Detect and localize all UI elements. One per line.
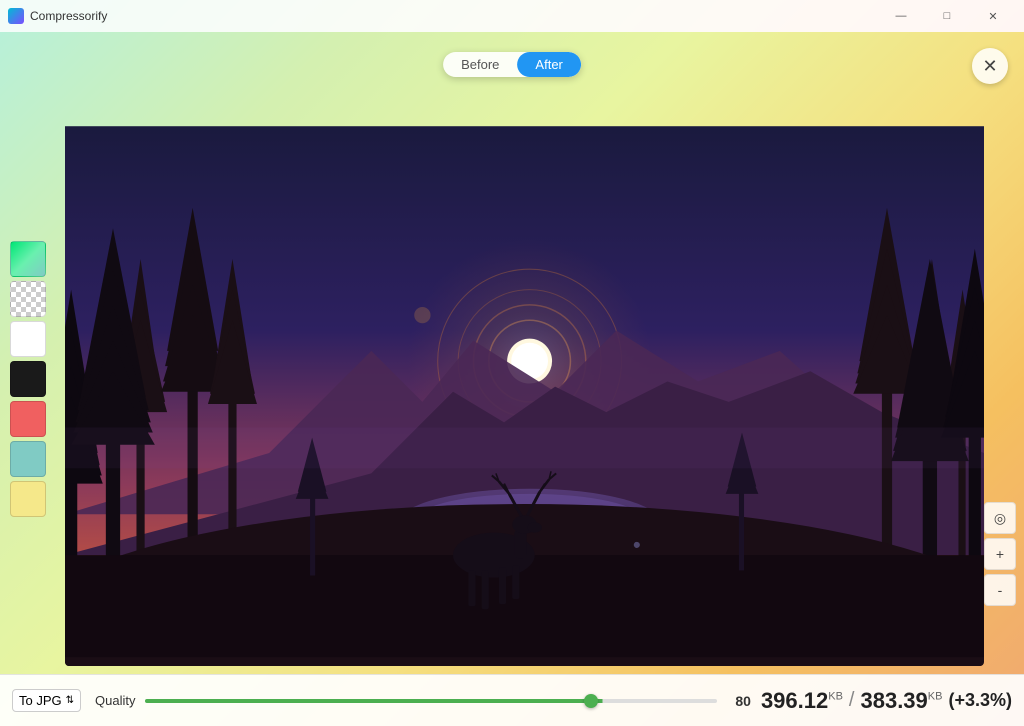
sunset-image [65, 97, 984, 666]
quality-value: 80 [727, 693, 751, 709]
before-after-toggle: Before After [443, 52, 581, 77]
color-swatches [10, 241, 46, 517]
white-swatch[interactable] [10, 321, 46, 357]
zoom-out-button[interactable]: - [984, 574, 1016, 606]
titlebar-controls: — □ ✕ [878, 0, 1016, 32]
crosshair-icon: ◎ [994, 510, 1006, 527]
minus-icon: - [998, 582, 1003, 598]
file-info: 396.12KB / 383.39KB (+3.3%) [761, 688, 1012, 714]
app-icon [8, 8, 24, 24]
quality-slider-container [145, 699, 716, 703]
yellow-swatch[interactable] [10, 481, 46, 517]
maximize-button[interactable]: □ [924, 0, 970, 32]
after-button[interactable]: After [517, 52, 580, 77]
slider-thumb [584, 694, 598, 708]
crosshair-tool-button[interactable]: ◎ [984, 502, 1016, 534]
quality-label: Quality [95, 693, 135, 708]
minimize-button[interactable]: — [878, 0, 924, 32]
format-selector[interactable]: To JPG ⇅ [12, 689, 81, 712]
titlebar: Compressorify — □ ✕ [0, 0, 1024, 32]
transparent-swatch[interactable] [10, 281, 46, 317]
plus-icon: + [996, 546, 1004, 562]
size-diff: (+3.3%) [948, 690, 1012, 711]
view-close-button[interactable]: ✕ [972, 48, 1008, 84]
black-swatch[interactable] [10, 361, 46, 397]
app-title: Compressorify [30, 9, 107, 23]
format-label: To JPG [19, 693, 62, 708]
format-arrow-icon: ⇅ [66, 695, 74, 706]
close-window-button[interactable]: ✕ [970, 0, 1016, 32]
bottom-bar: To JPG ⇅ Quality 80 396.12KB / 383.39KB … [0, 674, 1024, 726]
red-swatch[interactable] [10, 401, 46, 437]
right-tools: ◎ + - [984, 502, 1016, 606]
image-canvas [65, 97, 984, 666]
before-button[interactable]: Before [443, 52, 517, 77]
quality-slider[interactable] [145, 699, 716, 703]
zoom-in-button[interactable]: + [984, 538, 1016, 570]
file-size-before: 396.12KB [761, 688, 843, 714]
file-size-after: 383.39KB [860, 688, 942, 714]
teal-swatch[interactable] [10, 441, 46, 477]
gradient-swatch[interactable] [10, 241, 46, 277]
separator: / [849, 689, 855, 712]
main-area: Before After ✕ [0, 32, 1024, 726]
titlebar-left: Compressorify [8, 8, 107, 24]
